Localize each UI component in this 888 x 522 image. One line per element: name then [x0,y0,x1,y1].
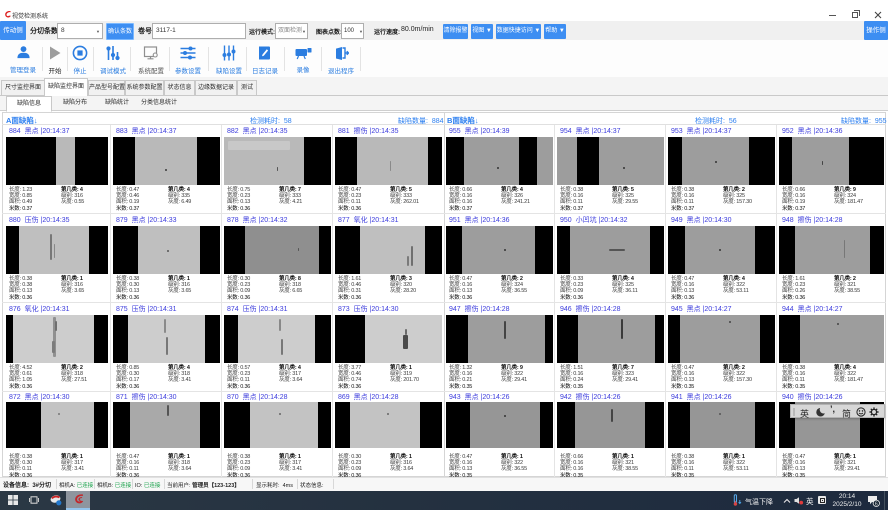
svg-text:6: 6 [875,501,878,507]
